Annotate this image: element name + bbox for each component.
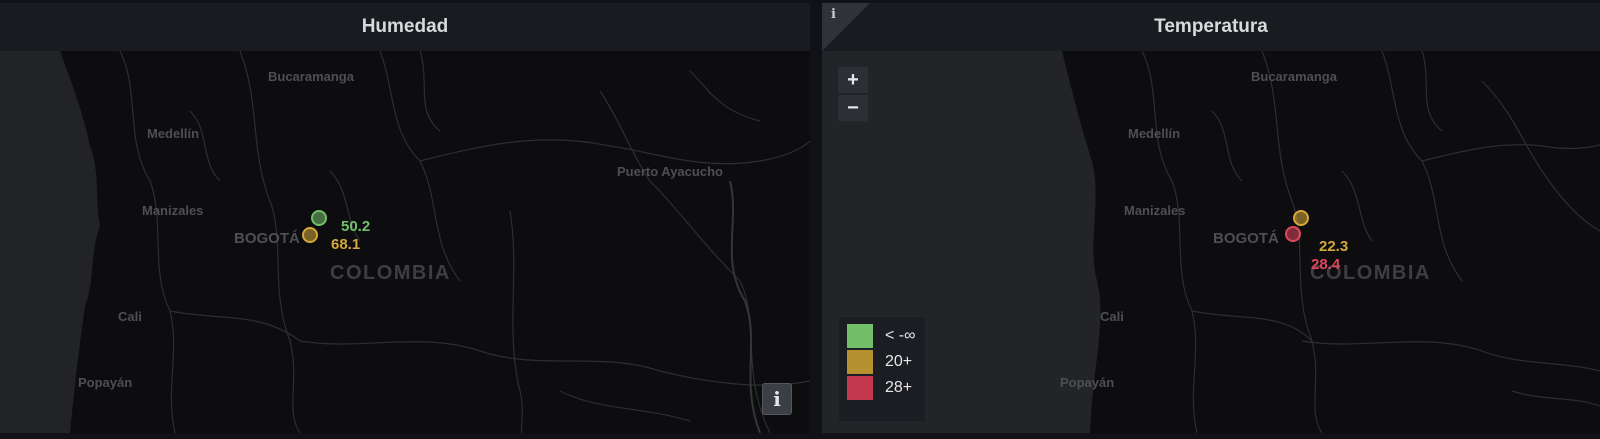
panel-title-text: Temperatura <box>1154 16 1268 37</box>
temperature-marker-yellow[interactable] <box>1293 210 1309 226</box>
legend-label: 20+ <box>885 353 913 370</box>
humidity-marker-yellow[interactable] <box>302 227 318 243</box>
city-label-medellin: Medellín <box>1128 126 1181 141</box>
zoom-out-button[interactable]: − <box>838 95 868 121</box>
info-icon[interactable]: i <box>831 7 836 22</box>
map-basemap <box>822 51 1600 433</box>
humedad-panel: Humedad Bucaramanga Medellín Manizales B… <box>0 3 810 433</box>
legend-swatch-green <box>847 324 873 348</box>
legend-item: < -∞ <box>847 323 917 349</box>
humidity-value-yellow: 68.1 <box>331 236 361 253</box>
panel-title-text: Humedad <box>361 16 449 37</box>
city-label-popayan: Popayán <box>1060 375 1115 390</box>
city-label-bucaramanga: Bucaramanga <box>268 69 354 84</box>
city-label-medellin: Medellín <box>147 126 200 141</box>
city-label-bogota: BOGOTÁ <box>234 230 300 247</box>
minus-icon: − <box>847 96 859 119</box>
country-label: COLOMBIA <box>330 262 451 284</box>
info-icon: i <box>773 387 781 411</box>
map-view[interactable]: Bucaramanga Medellín Manizales BOGOTÁ Ca… <box>0 51 810 433</box>
city-label-manizales: Manizales <box>142 203 204 218</box>
legend-swatch-yellow <box>847 350 873 374</box>
temperature-value-red: 28.4 <box>1311 256 1341 273</box>
legend-item: 28+ <box>847 375 917 401</box>
humidity-marker-green[interactable] <box>311 210 327 226</box>
temperatura-panel: Temperatura Bucaramanga Medellín Manizal… <box>822 3 1600 433</box>
temperature-marker-red[interactable] <box>1285 226 1301 242</box>
attribution-info-button[interactable]: i <box>762 383 792 415</box>
legend-swatch-red <box>847 376 873 400</box>
plus-icon: + <box>847 68 859 91</box>
legend-label: 28+ <box>885 379 913 396</box>
map-view[interactable]: Bucaramanga Medellín Manizales BOGOTÁ Ca… <box>822 51 1600 433</box>
humidity-value-green: 50.2 <box>341 218 371 235</box>
legend-item: 20+ <box>847 349 917 375</box>
city-label-cali: Cali <box>118 309 142 324</box>
legend-label: < -∞ <box>885 327 916 344</box>
threshold-legend: < -∞ 20+ 28+ <box>839 317 925 421</box>
zoom-in-button[interactable]: + <box>838 67 868 93</box>
city-label-bogota: BOGOTÁ <box>1213 230 1279 247</box>
panel-title[interactable]: Humedad <box>0 3 810 51</box>
city-label-puerto-ayacucho: Puerto Ayacucho <box>617 164 723 179</box>
city-label-manizales: Manizales <box>1124 203 1186 218</box>
panel-info-corner[interactable] <box>822 3 870 51</box>
temperature-value-yellow: 22.3 <box>1319 238 1349 255</box>
city-label-cali: Cali <box>1100 309 1124 324</box>
panel-title[interactable]: Temperatura <box>822 3 1600 51</box>
city-label-popayan: Popayán <box>78 375 133 390</box>
city-label-bucaramanga: Bucaramanga <box>1251 69 1337 84</box>
